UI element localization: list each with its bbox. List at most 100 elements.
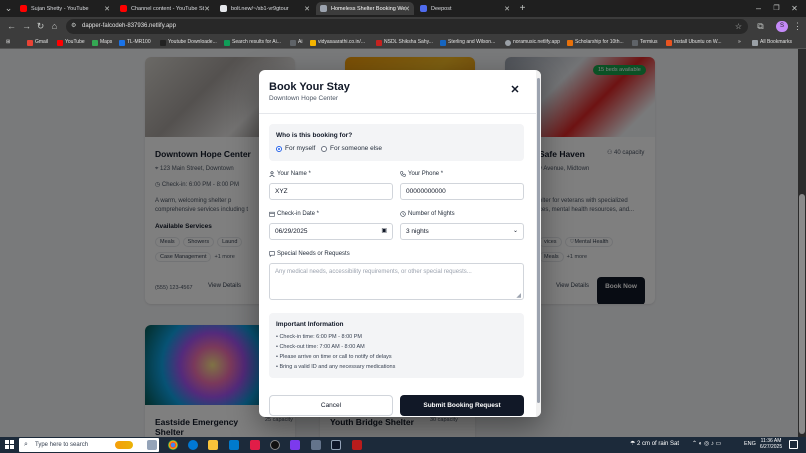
name-field[interactable]: XYZ: [269, 183, 393, 200]
app-icon[interactable]: [290, 440, 300, 450]
bookmark-label: NSDL Shiksha Sahy...: [384, 39, 433, 45]
submit-booking-button[interactable]: Submit Booking Request: [400, 395, 524, 416]
reload-icon[interactable]: ↻: [35, 21, 46, 32]
site-icon: [440, 39, 446, 46]
special-needs-placeholder: Any medical needs, accessibility require…: [275, 269, 472, 275]
tab-1[interactable]: Sujan Shetty - YouTube ✕: [16, 2, 114, 15]
close-icon[interactable]: ✕: [509, 84, 521, 96]
bookmarks-overflow-icon[interactable]: »: [738, 38, 741, 47]
tab-5[interactable]: Deepost ✕: [416, 2, 514, 15]
tab-4-active[interactable]: Homeless Shelter Booking We ✕: [316, 2, 414, 15]
tab-bar: ⌄ Sujan Shetty - YouTube ✕ Channel conten…: [0, 0, 806, 17]
bookmark-label: Scholarship for 10th...: [575, 39, 624, 45]
globe-icon: [320, 5, 327, 12]
bookmark-label: Sterling and Wilson...: [448, 39, 496, 45]
bookmark-install-ubuntu[interactable]: Install Ubuntu on W...: [666, 38, 722, 47]
name-label: Your Name *: [269, 171, 311, 177]
app-icon[interactable]: [352, 440, 362, 450]
tab-title: bolt.new/~/sb1-vr9gtour: [231, 5, 289, 12]
calendar-picker-icon[interactable]: ▣: [381, 224, 387, 239]
special-needs-textarea[interactable]: Any medical needs, accessibility require…: [269, 263, 524, 300]
page-scrollbar[interactable]: [798, 49, 806, 437]
tab-title: Sujan Shetty - YouTube: [31, 5, 89, 12]
menu-kebab-icon[interactable]: ⋮: [792, 21, 803, 32]
nights-select[interactable]: 3 nights ⌄: [400, 223, 524, 240]
bookmark-label: Gmail: [35, 39, 49, 45]
tab-2[interactable]: Channel content - YouTube St ✕: [116, 2, 214, 15]
bookmark-noramusic[interactable]: noramusic.netlify.app: [505, 38, 560, 47]
language-indicator[interactable]: ENG: [744, 441, 756, 447]
resize-handle-icon[interactable]: ◢: [516, 292, 521, 299]
bookmark-nsdl[interactable]: NSDL Shiksha Sahy...: [376, 38, 433, 47]
file-explorer-icon[interactable]: [208, 440, 218, 450]
tab-3[interactable]: bolt.new/~/sb1-vr9gtour ✕: [216, 2, 314, 15]
globe-icon: [505, 39, 511, 46]
profile-avatar-icon[interactable]: S: [776, 21, 788, 32]
close-tab-icon[interactable]: ✕: [404, 5, 410, 13]
extensions-icon[interactable]: ⧉: [755, 21, 766, 32]
windows-taskbar: ⌕ Type here to search ☂ 2 cm of rain Sat…: [0, 437, 806, 453]
bookmark-sterling[interactable]: Sterling and Wilson...: [440, 38, 495, 47]
bookmark-label: Search results for Ai...: [232, 39, 281, 45]
bookmark-termius[interactable]: Termius: [632, 38, 658, 47]
url-input[interactable]: ⚙ dapper-falcodeh-837936.netlify.app ☆: [66, 19, 748, 34]
bookmark-label: YouTube: [65, 39, 85, 45]
radio-for-someone-else[interactable]: For someone else: [321, 145, 382, 152]
chevron-down-icon: ⌄: [512, 228, 518, 234]
bookmark-ai[interactable]: Ai: [290, 38, 302, 47]
new-tab-icon[interactable]: +: [517, 3, 528, 14]
phone-field[interactable]: 00000000000: [400, 183, 524, 200]
bookmark-youtube[interactable]: YouTube: [57, 38, 85, 47]
bookmark-youtube-downloader[interactable]: Youtube Downloade...: [160, 38, 217, 47]
page-scrollbar-thumb[interactable]: [799, 194, 805, 434]
bookmark-search-results[interactable]: Search results for Ai...: [224, 38, 281, 47]
home-icon[interactable]: ⌂: [49, 21, 60, 32]
bookmark-label: Maps: [100, 39, 113, 45]
cancel-button[interactable]: Cancel: [269, 395, 393, 416]
bookmark-vidyasaarathi[interactable]: vidyasaarathi.co.in/...: [310, 38, 365, 47]
info-item: • Check-out time: 7:00 AM - 8:00 AM: [276, 344, 365, 350]
minimize-icon[interactable]: –: [753, 3, 764, 14]
bookmark-maps[interactable]: Maps: [92, 38, 112, 47]
notifications-icon[interactable]: [789, 440, 798, 449]
clock[interactable]: 11:36 AM 6/27/2025: [758, 438, 784, 450]
radio-for-myself[interactable]: For myself: [276, 145, 315, 152]
windows-start-icon[interactable]: [5, 440, 14, 449]
app-icon[interactable]: [250, 440, 260, 450]
apps-icon[interactable]: ⊞: [6, 38, 10, 47]
modal-scrollbar[interactable]: [536, 70, 541, 417]
nights-label-text: Number of Nights: [408, 211, 455, 217]
window-close-icon[interactable]: ✕: [789, 3, 800, 14]
close-tab-icon[interactable]: ✕: [304, 5, 310, 13]
radio-label: For myself: [285, 145, 316, 152]
site-info-icon[interactable]: ⚙: [71, 19, 76, 34]
bookmark-scholarship[interactable]: Scholarship for 10th...: [567, 38, 624, 47]
back-icon[interactable]: ←: [6, 21, 17, 32]
task-view-icon[interactable]: [147, 440, 157, 450]
divider: [259, 113, 536, 114]
close-tab-icon[interactable]: ✕: [204, 5, 210, 13]
bookmark-label: Termius: [640, 39, 658, 45]
checkin-date-input[interactable]: 06/29/2025 ▣: [269, 223, 393, 240]
close-tab-icon[interactable]: ✕: [104, 5, 110, 13]
weather-widget[interactable]: ☂ 2 cm of rain Sat: [630, 440, 679, 447]
terminal-icon[interactable]: [331, 440, 341, 450]
taskbar-search-box[interactable]: ⌕ Type here to search: [19, 438, 159, 452]
obs-icon[interactable]: [270, 440, 280, 450]
system-tray-icons[interactable]: ⌃ ◐ ◎ ♪ ▭: [692, 440, 721, 447]
modal-scrollbar-thumb[interactable]: [537, 78, 540, 403]
close-tab-icon[interactable]: ✕: [504, 5, 510, 13]
settings-icon[interactable]: [311, 440, 321, 450]
bookmark-tl-mr100[interactable]: TL-MR100: [119, 38, 151, 47]
all-bookmarks[interactable]: All Bookmarks: [752, 38, 792, 47]
tab-search-icon[interactable]: ⌄: [3, 3, 14, 14]
edge-icon[interactable]: [188, 440, 198, 450]
maximize-icon[interactable]: ❐: [771, 3, 782, 14]
bookmark-gmail[interactable]: Gmail: [27, 38, 48, 47]
bookmark-label: noramusic.netlify.app: [513, 39, 560, 45]
forward-icon[interactable]: →: [21, 21, 32, 32]
name-label-text: Your Name *: [277, 171, 311, 177]
bookmark-star-icon[interactable]: ☆: [735, 19, 742, 34]
vscode-icon[interactable]: [229, 440, 239, 450]
chrome-icon[interactable]: [168, 440, 178, 450]
